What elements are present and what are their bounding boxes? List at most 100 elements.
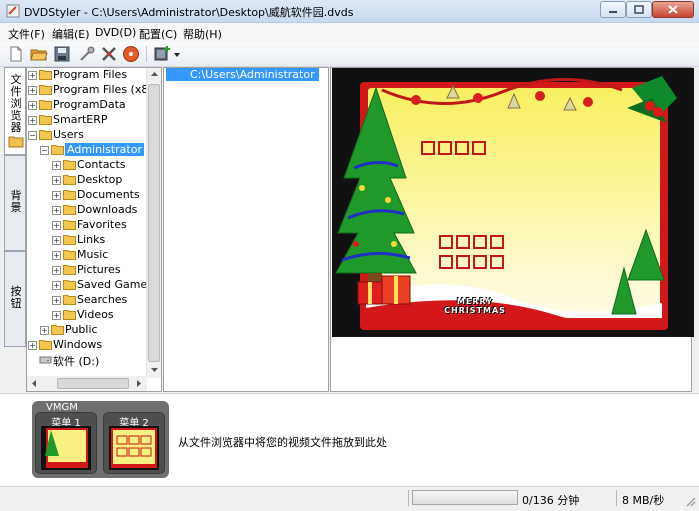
tree-item-label: ProgramData bbox=[53, 98, 126, 111]
close-icon bbox=[668, 5, 678, 14]
tab-background-label: 背景 bbox=[10, 189, 22, 214]
add-file-icon[interactable] bbox=[153, 45, 171, 63]
folder-icon bbox=[39, 85, 52, 95]
expand-icon[interactable]: + bbox=[52, 161, 61, 170]
expand-icon[interactable]: + bbox=[52, 281, 61, 290]
folder-icon bbox=[63, 160, 76, 170]
merry-christmas-banner: MERRY CHRISTMAS bbox=[444, 297, 506, 315]
tab-background[interactable]: 背景 bbox=[4, 155, 26, 251]
tree-item-label: Links bbox=[77, 233, 106, 246]
menu-file[interactable]: 文件(F) bbox=[8, 26, 45, 42]
menu-dvd[interactable]: DVD(D) bbox=[95, 26, 136, 39]
folder-icon bbox=[51, 325, 64, 335]
file-list-selected-path[interactable]: C:\Users\Administrator bbox=[166, 68, 319, 81]
open-folder-icon[interactable] bbox=[30, 45, 48, 63]
expand-icon[interactable]: + bbox=[28, 71, 37, 80]
close-button[interactable] bbox=[652, 1, 694, 18]
menu-config[interactable]: 配置(C) bbox=[139, 26, 177, 42]
folder-icon bbox=[63, 235, 76, 245]
expand-icon[interactable]: + bbox=[28, 341, 37, 350]
folder-icon bbox=[63, 310, 76, 320]
tree-item-label: 软件 (D:) bbox=[53, 355, 100, 368]
resize-grip-icon[interactable] bbox=[684, 495, 696, 507]
menu-preview[interactable]: MERRY CHRISTMAS bbox=[330, 67, 694, 392]
expand-icon[interactable]: + bbox=[52, 266, 61, 275]
expand-icon[interactable]: + bbox=[52, 206, 61, 215]
status-bar: 0/136 分钟 8 MB/秒 bbox=[0, 486, 699, 511]
status-separator bbox=[408, 490, 409, 506]
folder-icon bbox=[63, 175, 76, 185]
settings-icon[interactable] bbox=[100, 45, 118, 63]
menu-bar: 文件(F) 编辑(E) DVD(D) 配置(C) 帮助(H) bbox=[0, 23, 699, 42]
christmas-menu-background[interactable] bbox=[332, 68, 694, 337]
burn-icon[interactable] bbox=[122, 45, 140, 63]
tab-buttons[interactable]: 按钮 bbox=[4, 251, 26, 347]
menu-2-thumbnail[interactable]: 菜单 2 bbox=[103, 412, 165, 474]
expand-icon[interactable]: + bbox=[52, 311, 61, 320]
tree-vertical-scrollbar[interactable] bbox=[146, 68, 161, 378]
expand-icon[interactable]: + bbox=[40, 326, 49, 335]
tree-item-label: Administrator bbox=[65, 143, 144, 156]
status-separator bbox=[616, 490, 617, 506]
folder-icon bbox=[63, 205, 76, 215]
window-title: DVDStyler - C:\Users\Administrator\Deskt… bbox=[24, 6, 354, 19]
maximize-button[interactable] bbox=[626, 1, 652, 18]
collapse-icon[interactable]: − bbox=[40, 146, 49, 155]
menu-1-thumbnail[interactable]: 菜单 1 bbox=[35, 412, 97, 474]
expand-icon[interactable]: + bbox=[52, 176, 61, 185]
tree-vertical-scroll-thumb[interactable] bbox=[148, 84, 160, 362]
bitrate: 8 MB/秒 bbox=[622, 494, 665, 507]
toolbar-separator bbox=[146, 46, 147, 62]
save-icon[interactable] bbox=[53, 45, 71, 63]
folder-icon bbox=[51, 145, 64, 155]
folder-icon bbox=[8, 136, 24, 148]
scroll-left-arrow-icon[interactable] bbox=[30, 379, 38, 388]
folder-icon bbox=[63, 190, 76, 200]
scroll-down-arrow-icon[interactable] bbox=[150, 366, 159, 374]
folder-icon bbox=[63, 220, 76, 230]
folder-icon bbox=[63, 250, 76, 260]
dvdstyler-app-icon bbox=[6, 4, 20, 18]
tree-item-label: Contacts bbox=[77, 158, 126, 171]
tree-item-label: Public bbox=[65, 323, 98, 336]
folder-icon bbox=[63, 280, 76, 290]
expand-icon[interactable]: + bbox=[52, 251, 61, 260]
tree-item-label: Users bbox=[53, 128, 84, 141]
file-list[interactable]: C:\Users\Administrator bbox=[163, 67, 329, 392]
tree-horizontal-scrollbar[interactable] bbox=[27, 376, 147, 391]
expand-icon[interactable]: + bbox=[52, 191, 61, 200]
wizard-icon[interactable] bbox=[78, 45, 96, 63]
toolbar bbox=[0, 42, 699, 67]
vmgm-group[interactable]: VMGM 菜单 1 菜单 2 bbox=[32, 401, 169, 478]
tree-item-label: Pictures bbox=[77, 263, 121, 276]
scroll-right-arrow-icon[interactable] bbox=[135, 379, 143, 388]
expand-icon[interactable]: + bbox=[52, 221, 61, 230]
tree-item-label: Desktop bbox=[77, 173, 123, 186]
tab-file-browser[interactable]: 文件浏览器 bbox=[4, 67, 26, 155]
folder-icon bbox=[39, 115, 52, 125]
expand-icon[interactable]: + bbox=[52, 236, 61, 245]
scroll-up-arrow-icon[interactable] bbox=[150, 70, 159, 78]
tree-item-label: Videos bbox=[77, 308, 114, 321]
menu-help[interactable]: 帮助(H) bbox=[183, 26, 222, 42]
tree-item-label: Downloads bbox=[77, 203, 138, 216]
expand-icon[interactable]: + bbox=[28, 101, 37, 110]
dropdown-arrow-icon[interactable] bbox=[172, 45, 182, 63]
directory-tree[interactable]: + Program Files + Program Files (x86) + Progr… bbox=[26, 67, 162, 392]
tree-item-label: Searches bbox=[77, 293, 128, 306]
tree-item-label: SmartERP bbox=[53, 113, 108, 126]
titleset-area[interactable]: VMGM 菜单 1 菜单 2 从文件浏览器中将您的视频文件拖放到此处 bbox=[0, 393, 699, 487]
tree-item-label: Program Files (x86) bbox=[53, 83, 160, 96]
tree-horizontal-scroll-thumb[interactable] bbox=[57, 378, 129, 389]
expand-icon[interactable]: + bbox=[28, 116, 37, 125]
menu-2-preview-image bbox=[109, 426, 159, 470]
expand-icon[interactable]: + bbox=[28, 86, 37, 95]
tab-buttons-label: 按钮 bbox=[10, 285, 22, 310]
collapse-icon[interactable]: − bbox=[28, 131, 37, 140]
maximize-icon bbox=[634, 5, 644, 14]
new-file-icon[interactable] bbox=[7, 45, 25, 63]
expand-icon[interactable]: + bbox=[52, 296, 61, 305]
minimize-button[interactable] bbox=[600, 1, 626, 18]
tab-file-browser-label: 文件浏览器 bbox=[10, 73, 22, 134]
menu-edit[interactable]: 编辑(E) bbox=[52, 26, 90, 42]
